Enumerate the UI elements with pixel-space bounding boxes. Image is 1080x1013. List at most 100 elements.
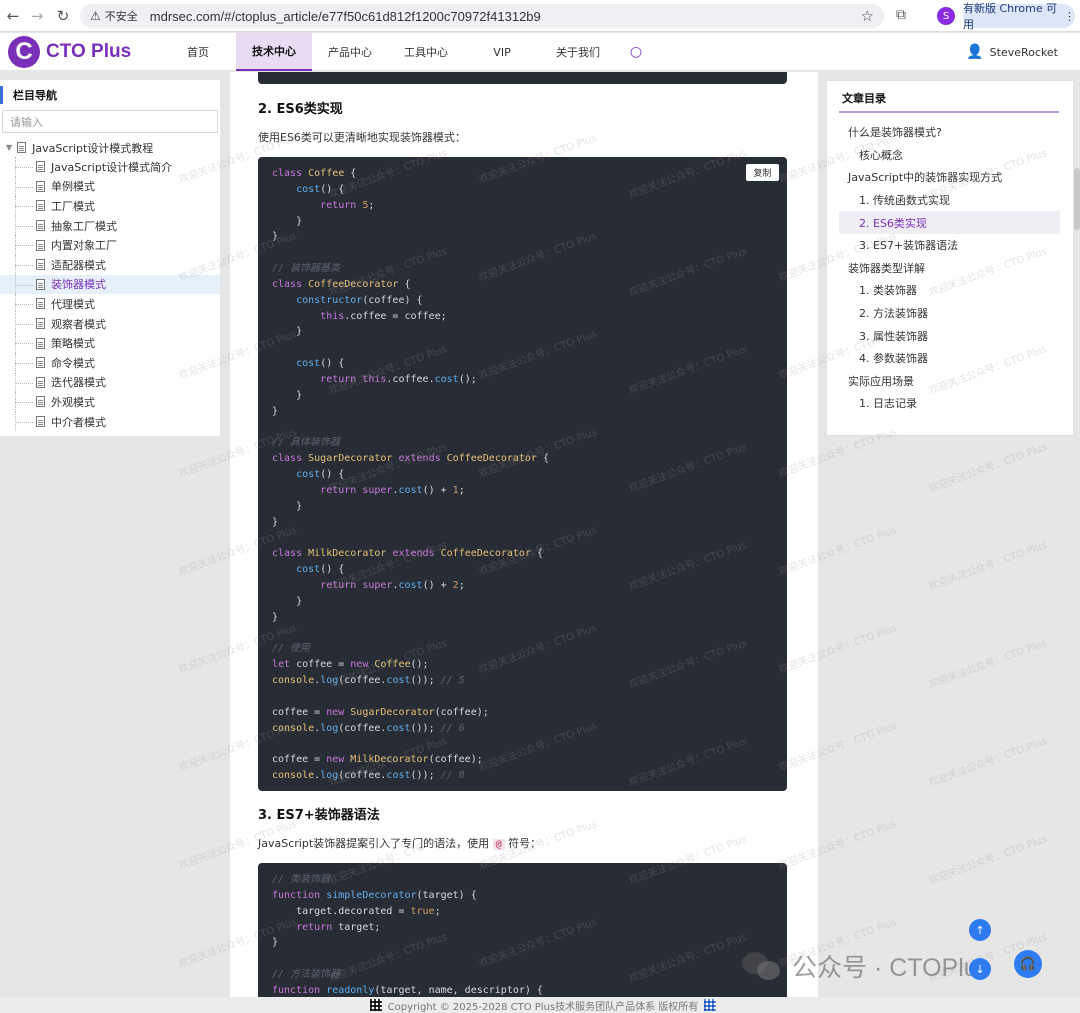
document-icon xyxy=(36,220,45,232)
user-icon: 👤 xyxy=(966,44,984,60)
toc-item[interactable]: 3. 属性装饰器 xyxy=(839,324,1060,347)
chrome-update-button[interactable]: 有新版 Chrome 可用 ⋮ xyxy=(963,2,1075,31)
sidebar-item[interactable]: 工厂模式 xyxy=(0,196,220,216)
sidebar-item[interactable]: JavaScript设计模式简介 xyxy=(0,157,220,177)
icp-badge-icon xyxy=(704,999,717,1011)
insecure-indicator[interactable]: ⚠ 不安全 xyxy=(90,8,138,24)
footer-copyright: Copyright © 2025-2028 CTO Plus技术服务团队产品体系… xyxy=(387,1001,699,1013)
sidebar-item[interactable]: 单例模式 xyxy=(0,176,220,197)
url-text: mdrsec.com/#/ctoplus_article/e77f50c61d8… xyxy=(149,8,541,24)
extensions-icon[interactable]: ⧉ xyxy=(896,7,906,23)
profile-avatar[interactable]: S xyxy=(937,7,955,25)
watermark-text: 欢迎关注公众号：CTO Plus xyxy=(927,441,1049,495)
sidebar-item[interactable]: 命令模式 xyxy=(0,352,220,373)
sidebar-item-label: 策略模式 xyxy=(51,337,95,351)
sidebar-title: 栏目导航 xyxy=(0,86,57,104)
sidebar-item-label: 观察者模式 xyxy=(51,317,106,331)
page-scrollbar-thumb[interactable] xyxy=(1074,168,1080,230)
search-icon[interactable]: ○ xyxy=(616,33,656,71)
sidebar-item-label: 外观模式 xyxy=(51,395,95,409)
scroll-top-button[interactable]: ↑ xyxy=(969,919,991,941)
forward-icon[interactable]: → xyxy=(24,3,50,29)
sidebar-item[interactable]: 内置对象工厂 xyxy=(0,235,220,255)
kebab-menu-icon: ⋮ xyxy=(1064,9,1075,23)
toc-item[interactable]: 实际应用场景 xyxy=(839,370,1060,393)
page-footer: Copyright © 2025-2028 CTO Plus技术服务团队产品体系… xyxy=(0,997,1080,1013)
toc-item[interactable]: 2. ES6类实现 xyxy=(839,211,1060,234)
menu-product-center[interactable]: 产品中心 xyxy=(312,33,388,71)
wechat-icon xyxy=(742,950,782,982)
sidebar-search-input[interactable]: 请输入 xyxy=(2,110,218,133)
copy-button[interactable]: 复制 xyxy=(746,164,779,181)
toc-item[interactable]: 核心概念 xyxy=(839,144,1060,167)
toc-item[interactable]: 1. 日志记录 xyxy=(839,392,1060,415)
sidebar-item[interactable]: 适配器模式 xyxy=(0,254,220,275)
sidebar-item[interactable]: 代理模式 xyxy=(0,294,220,314)
scroll-bottom-button[interactable]: ↓ xyxy=(969,958,991,980)
site-header: C CTO Plus 首页 技术中心 产品中心 工具中心 VIP 关于我们 ○ … xyxy=(0,33,1080,71)
watermark-text: 欢迎关注公众号：CTO Plus xyxy=(927,637,1049,691)
menu-vip[interactable]: VIP xyxy=(464,33,540,71)
section-desc-es7: JavaScript装饰器提案引入了专门的语法，使用 @ 符号： xyxy=(258,835,541,851)
sidebar-item[interactable]: 中介者模式 xyxy=(0,411,220,432)
sidebar-item-label: 工厂模式 xyxy=(51,199,95,213)
toc-divider xyxy=(839,111,1059,113)
sidebar-item-label: 迭代器模式 xyxy=(51,376,106,390)
site-logo[interactable]: C CTO Plus xyxy=(8,36,131,68)
bookmark-star-icon[interactable]: ☆ xyxy=(861,7,874,25)
toc-item[interactable]: 4. 参数装饰器 xyxy=(839,347,1060,370)
address-bar[interactable]: ⚠ 不安全 mdrsec.com/#/ctoplus_article/e77f5… xyxy=(80,4,884,28)
sidebar-tree: ▼ JavaScript设计模式教程 JavaScript设计模式简介 单例模式工… xyxy=(0,138,220,431)
previous-code-block xyxy=(258,72,787,84)
sidebar-item-label: 中介者模式 xyxy=(51,415,106,429)
browser-toolbar: ← → ↻ ⚠ 不安全 mdrsec.com/#/ctoplus_article… xyxy=(0,0,1080,32)
wechat-official-account-overlay: 公众号 · CTOPlus xyxy=(742,948,990,984)
headset-icon: 🎧 xyxy=(1019,956,1037,972)
sidebar-item[interactable]: 策略模式 xyxy=(0,333,220,353)
toc-list: 什么是装饰器模式? 核心概念 JavaScript中的装饰器实现方式 1. 传统函数式… xyxy=(839,121,1060,415)
sidebar-item-label: 单例模式 xyxy=(51,180,95,194)
toc-item[interactable]: 装饰器类型详解 xyxy=(839,257,1060,280)
customer-service-button[interactable]: 🎧 xyxy=(1014,950,1042,978)
warning-icon: ⚠ xyxy=(90,9,101,23)
user-menu[interactable]: 👤 SteveRocket xyxy=(966,44,1058,60)
section-desc-es6: 使用ES6类可以更清晰地实现装饰器模式： xyxy=(258,131,466,144)
sidebar-item[interactable]: 观察者模式 xyxy=(0,313,220,334)
menu-tech-center[interactable]: 技术中心 xyxy=(236,33,312,71)
toc-item[interactable]: JavaScript中的装饰器实现方式 xyxy=(839,166,1060,189)
main-menu: 首页 技术中心 产品中心 工具中心 VIP 关于我们 ○ xyxy=(160,33,656,71)
reload-icon[interactable]: ↻ xyxy=(50,3,76,29)
watermark-text: 欢迎关注公众号：CTO Plus xyxy=(927,735,1049,789)
article-content: 2. ES6类实现 使用ES6类可以更清晰地实现装饰器模式： 复制 class … xyxy=(230,72,818,997)
back-icon[interactable]: ← xyxy=(0,3,26,29)
caret-down-icon[interactable]: ▼ xyxy=(6,143,12,152)
sidebar-item-label: 命令模式 xyxy=(51,356,95,370)
sidebar-item[interactable]: 装饰器模式 xyxy=(0,274,220,295)
arrow-up-icon: ↑ xyxy=(975,923,985,937)
toc-item[interactable]: 2. 方法装饰器 xyxy=(839,302,1060,325)
sidebar-item-label: JavaScript设计模式简介 xyxy=(51,160,173,174)
document-icon xyxy=(36,357,45,369)
document-icon xyxy=(36,298,45,310)
document-icon xyxy=(36,259,45,271)
menu-home[interactable]: 首页 xyxy=(160,33,236,71)
watermark-text: 欢迎关注公众号：CTO Plus xyxy=(927,833,1049,887)
update-label: 有新版 Chrome 可用 xyxy=(963,2,1058,31)
document-icon xyxy=(36,239,45,251)
code-block-es7: // 类装饰器 function simpleDecorator(target)… xyxy=(258,863,787,997)
sidebar-item[interactable]: 外观模式 xyxy=(0,392,220,412)
toc-item[interactable]: 1. 传统函数式实现 xyxy=(839,189,1060,212)
inline-code-at: @ xyxy=(492,839,505,850)
column-navigation: 栏目导航 请输入 ▼ JavaScript设计模式教程 JavaScript设计… xyxy=(0,80,220,436)
toc-title: 文章目录 xyxy=(842,92,886,105)
qr-code-icon xyxy=(369,999,382,1011)
menu-about[interactable]: 关于我们 xyxy=(540,33,616,71)
document-icon xyxy=(17,142,27,153)
toc-item[interactable]: 什么是装饰器模式? xyxy=(839,121,1060,144)
sidebar-item[interactable]: 迭代器模式 xyxy=(0,372,220,393)
menu-tool-center[interactable]: 工具中心 xyxy=(388,33,464,71)
sidebar-item[interactable]: 抽象工厂模式 xyxy=(0,215,220,236)
tree-root[interactable]: ▼ JavaScript设计模式教程 xyxy=(0,138,220,157)
toc-item[interactable]: 3. ES7+装饰器语法 xyxy=(839,234,1060,257)
toc-item[interactable]: 1. 类装饰器 xyxy=(839,279,1060,302)
